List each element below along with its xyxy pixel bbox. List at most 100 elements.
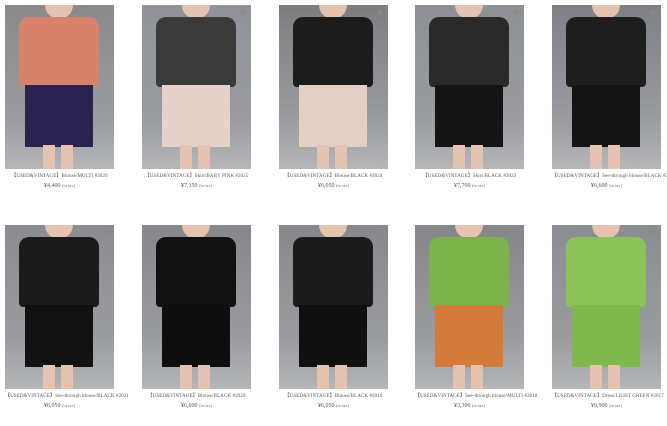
product-photo[interactable]: ★ bbox=[552, 225, 661, 389]
model-top bbox=[156, 237, 236, 307]
star-icon[interactable]: ★ bbox=[101, 7, 111, 18]
product-price: ¥9,900 (in tax) bbox=[552, 402, 661, 410]
product-title[interactable]: 【USED&VINTAGE】Dress/LIGHT GREEN #2017 bbox=[552, 393, 664, 400]
model-legs bbox=[317, 145, 347, 169]
product-photo[interactable]: ★ bbox=[142, 225, 251, 389]
product-card[interactable]: ★ 【USED&VINTAGE】Dress/LIGHT GREEN #2017 … bbox=[552, 225, 664, 410]
product-card[interactable]: ★ 【USED&VINTAGE】Blouse/MULTI #2026 ¥4,40… bbox=[5, 5, 114, 190]
price-amount: ¥6,050 bbox=[317, 183, 335, 189]
product-title[interactable]: 【USED&VINTAGE】Skirt/BABY PINK #2025 bbox=[142, 173, 251, 180]
price-amount: ¥7,700 bbox=[453, 183, 471, 189]
model-legs bbox=[43, 145, 73, 169]
product-title[interactable]: 【USED&VINTAGE】Blouse/BLACK #2020 bbox=[142, 393, 251, 400]
product-photo[interactable]: ★ bbox=[279, 225, 388, 389]
product-price: ¥6,050 (in tax) bbox=[279, 182, 388, 190]
model-bottom bbox=[299, 85, 367, 147]
price-amount: ¥6,050 bbox=[43, 403, 61, 409]
product-photo[interactable]: ★ bbox=[552, 5, 661, 169]
model-bottom bbox=[435, 305, 503, 367]
product-price: ¥6,600 (in tax) bbox=[552, 182, 661, 190]
model-bottom bbox=[25, 85, 93, 147]
model-legs bbox=[180, 145, 210, 169]
model-top bbox=[566, 237, 646, 307]
price-amount: ¥6,600 bbox=[180, 403, 198, 409]
star-icon[interactable]: ★ bbox=[238, 7, 248, 18]
model-bottom bbox=[162, 305, 230, 367]
price-tax-note: (in tax) bbox=[61, 403, 76, 408]
model-top bbox=[429, 17, 509, 87]
product-photo[interactable]: ★ bbox=[279, 5, 388, 169]
price-tax-note: (in tax) bbox=[471, 183, 486, 188]
model-bottom bbox=[572, 305, 640, 367]
model-top bbox=[566, 17, 646, 87]
model-top bbox=[293, 17, 373, 87]
product-price: ¥7,700 (in tax) bbox=[415, 182, 524, 190]
product-price: ¥7,150 (in tax) bbox=[142, 182, 251, 190]
model-legs bbox=[317, 365, 347, 389]
price-tax-note: (in tax) bbox=[608, 403, 623, 408]
product-card[interactable]: ★ 【USED&VINTAGE】See-through blouse/BLACK… bbox=[552, 5, 667, 190]
product-price: ¥6,050 (in tax) bbox=[5, 402, 114, 410]
model-top bbox=[429, 237, 509, 307]
price-tax-note: (in tax) bbox=[471, 403, 486, 408]
product-photo[interactable]: ★ bbox=[142, 5, 251, 169]
product-price: ¥6,600 (in tax) bbox=[142, 402, 251, 410]
price-amount: ¥6,600 bbox=[590, 183, 608, 189]
product-title[interactable]: 【USED&VINTAGE】See-through blouse/MULTI #… bbox=[415, 393, 537, 400]
price-amount: ¥7,150 bbox=[180, 183, 198, 189]
star-icon[interactable]: ★ bbox=[375, 227, 385, 238]
product-title[interactable]: 【USED&VINTAGE】Blouse/BLACK #2019 bbox=[279, 393, 388, 400]
product-title[interactable]: 【USED&VINTAGE】See-through blouse/BLACK #… bbox=[5, 393, 129, 400]
product-title[interactable]: 【USED&VINTAGE】Skirt/BLACK #2023 bbox=[415, 173, 524, 180]
model-top bbox=[19, 17, 99, 87]
product-card[interactable]: ★ 【USED&VINTAGE】Blouse/BLACK #2019 ¥6,05… bbox=[279, 225, 388, 410]
product-card[interactable]: ★ 【USED&VINTAGE】Skirt/BABY PINK #2025 ¥7… bbox=[142, 5, 251, 190]
product-photo[interactable]: ★ bbox=[5, 225, 114, 389]
model-legs bbox=[43, 365, 73, 389]
product-price: ¥4,400 (in tax) bbox=[5, 182, 114, 190]
price-amount: ¥6,050 bbox=[317, 403, 335, 409]
star-icon[interactable]: ★ bbox=[375, 7, 385, 18]
product-photo[interactable]: ★ bbox=[415, 225, 524, 389]
product-price: ¥3,300 (in tax) bbox=[415, 402, 524, 410]
star-icon[interactable]: ★ bbox=[511, 227, 521, 238]
model-bottom bbox=[25, 305, 93, 367]
model-top bbox=[156, 17, 236, 87]
star-icon[interactable]: ★ bbox=[648, 227, 658, 238]
product-title[interactable]: 【USED&VINTAGE】Blouse/BLACK #2024 bbox=[279, 173, 388, 180]
model-legs bbox=[453, 145, 483, 169]
star-icon[interactable]: ★ bbox=[648, 7, 658, 18]
product-card[interactable]: ★ 【USED&VINTAGE】Blouse/BLACK #2024 ¥6,05… bbox=[279, 5, 388, 190]
model-bottom bbox=[572, 85, 640, 147]
star-icon[interactable]: ★ bbox=[511, 7, 521, 18]
product-photo[interactable]: ★ bbox=[415, 5, 524, 169]
price-tax-note: (in tax) bbox=[335, 183, 350, 188]
product-title[interactable]: 【USED&VINTAGE】Blouse/MULTI #2026 bbox=[5, 173, 114, 180]
product-price: ¥6,050 (in tax) bbox=[279, 402, 388, 410]
product-card[interactable]: ★ 【USED&VINTAGE】See-through blouse/MULTI… bbox=[415, 225, 537, 410]
star-icon[interactable]: ★ bbox=[238, 227, 248, 238]
model-top bbox=[19, 237, 99, 307]
price-tax-note: (in tax) bbox=[608, 183, 623, 188]
price-tax-note: (in tax) bbox=[335, 403, 350, 408]
price-amount: ¥4,400 bbox=[43, 183, 61, 189]
product-title[interactable]: 【USED&VINTAGE】See-through blouse/BLACK #… bbox=[552, 173, 667, 180]
model-legs bbox=[453, 365, 483, 389]
model-bottom bbox=[162, 85, 230, 147]
price-tax-note: (in tax) bbox=[61, 183, 76, 188]
model-top bbox=[293, 237, 373, 307]
price-amount: ¥3,300 bbox=[453, 403, 471, 409]
product-card[interactable]: ★ 【USED&VINTAGE】Blouse/BLACK #2020 ¥6,60… bbox=[142, 225, 251, 410]
model-bottom bbox=[299, 305, 367, 367]
model-legs bbox=[590, 365, 620, 389]
star-icon[interactable]: ★ bbox=[101, 227, 111, 238]
product-card[interactable]: ★ 【USED&VINTAGE】Skirt/BLACK #2023 ¥7,700… bbox=[415, 5, 524, 190]
model-legs bbox=[590, 145, 620, 169]
product-card[interactable]: ★ 【USED&VINTAGE】See-through blouse/BLACK… bbox=[5, 225, 129, 410]
product-photo[interactable]: ★ bbox=[5, 5, 114, 169]
price-tax-note: (in tax) bbox=[198, 403, 213, 408]
model-bottom bbox=[435, 85, 503, 147]
price-tax-note: (in tax) bbox=[198, 183, 213, 188]
price-amount: ¥9,900 bbox=[590, 403, 608, 409]
model-legs bbox=[180, 365, 210, 389]
